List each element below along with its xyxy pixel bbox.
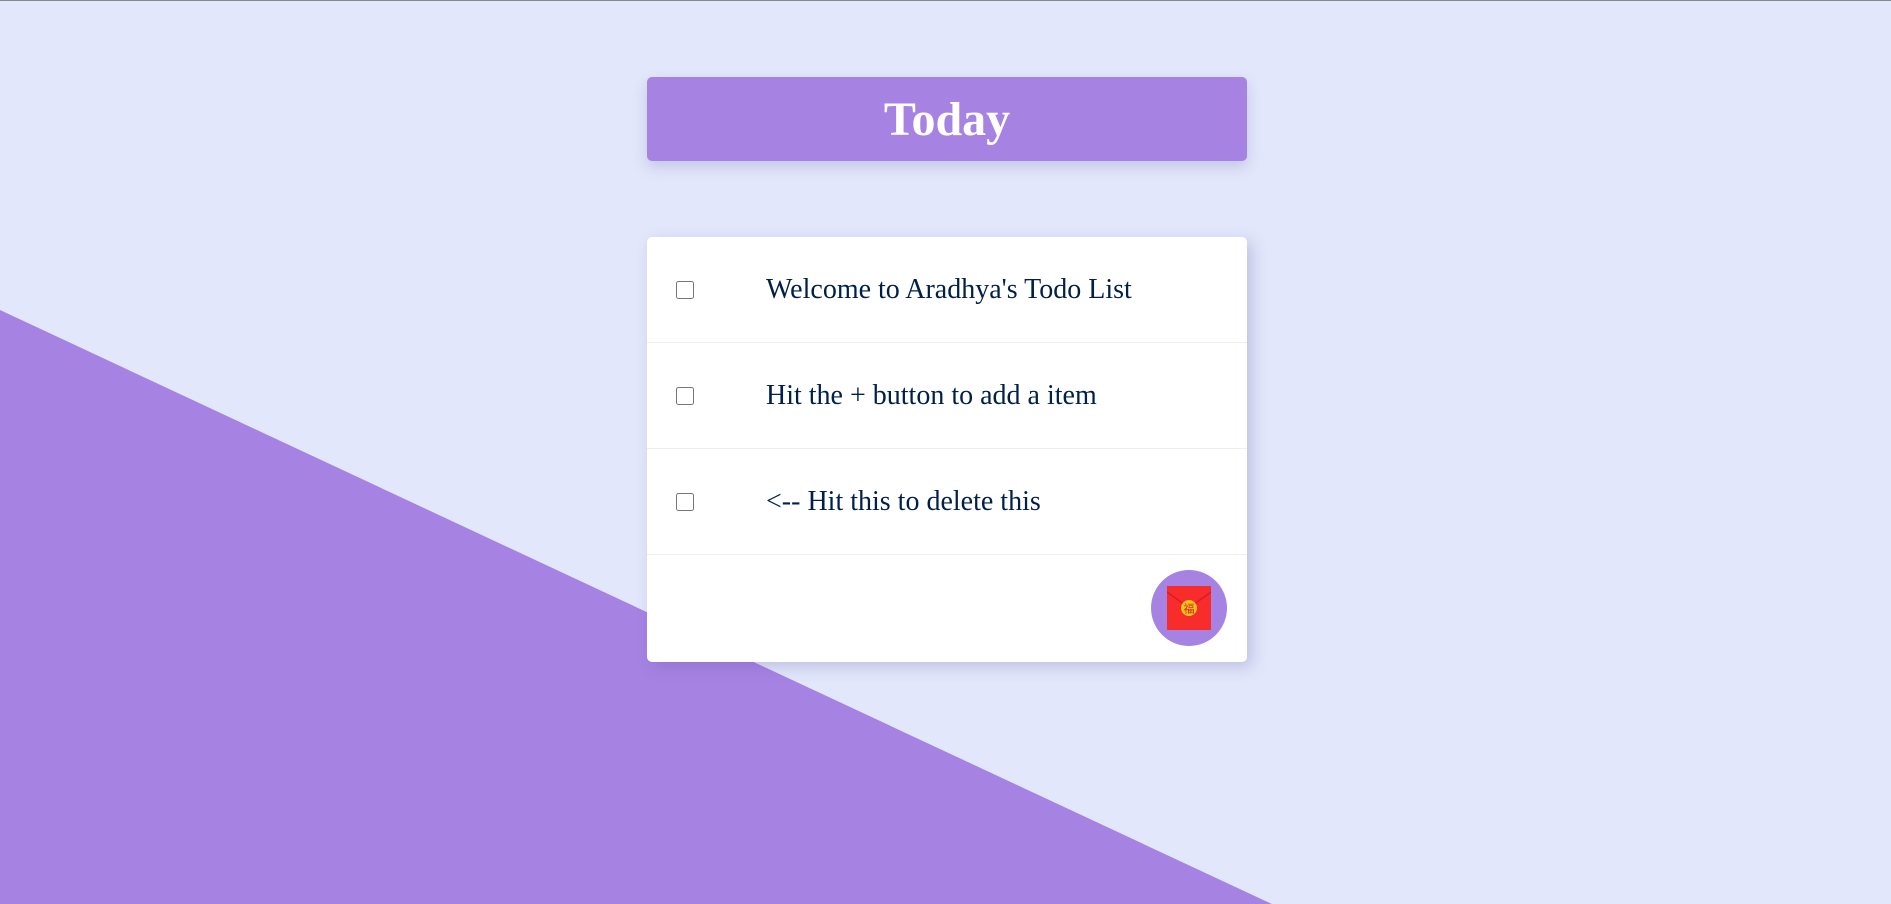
- red-envelope-icon: 福: [1167, 586, 1211, 630]
- fortune-glyph: 福: [1184, 602, 1195, 616]
- todo-item-checkbox[interactable]: [676, 492, 694, 511]
- todo-item-checkbox[interactable]: [676, 280, 694, 299]
- todo-item: Welcome to Aradhya's Todo List: [647, 237, 1247, 343]
- todo-item: Hit the + button to add a item: [647, 343, 1247, 449]
- todo-list-card: Welcome to Aradhya's Todo List Hit the +…: [647, 237, 1247, 662]
- add-item-row: 福: [647, 555, 1247, 661]
- page-title: Today: [883, 92, 1011, 146]
- todo-item-text: Hit the + button to add a item: [766, 379, 1097, 411]
- todo-item-text: Welcome to Aradhya's Todo List: [766, 273, 1132, 305]
- todo-item-text: <-- Hit this to delete this: [766, 485, 1041, 517]
- page-header: Today: [647, 77, 1247, 161]
- add-item-button[interactable]: 福: [1151, 570, 1227, 646]
- todo-item-checkbox[interactable]: [676, 386, 694, 405]
- todo-item: <-- Hit this to delete this: [647, 449, 1247, 555]
